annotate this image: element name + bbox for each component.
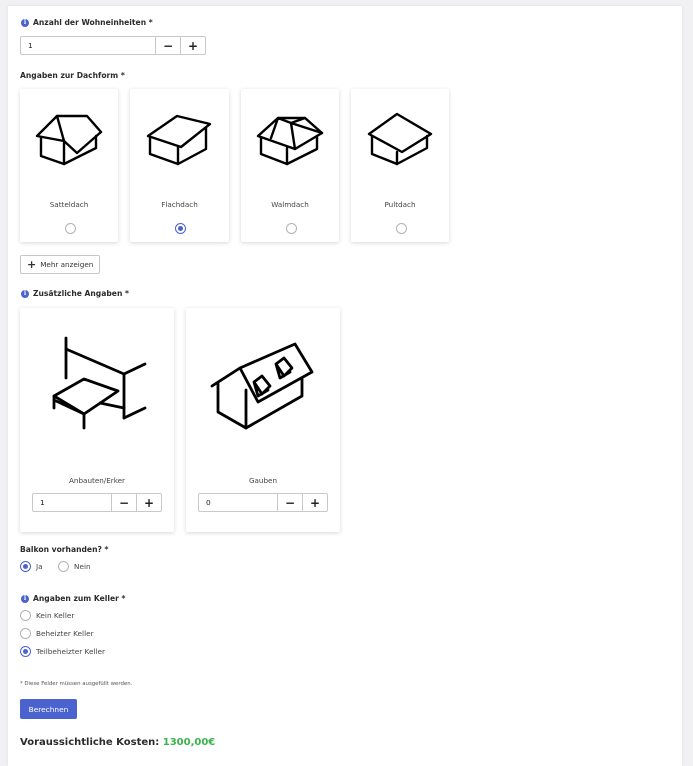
balcony-option-label: Ja [36,562,43,571]
cost-summary: Voraussichtliche Kosten: 1300,00€ [20,737,215,748]
plus-icon: + [27,258,37,271]
roof-radio-flachdach[interactable] [175,223,186,234]
extra-item-label: Anbauten/Erker [69,476,125,485]
info-icon: i [21,18,29,27]
dormer-count-input[interactable]: 0 [199,494,277,511]
units-decrement-button[interactable]: − [155,37,180,54]
roof-option-label: Walmdach [271,200,309,209]
show-more-label: Mehr anzeigen [40,260,94,269]
balcony-label: Balkon vorhanden? * [20,545,109,554]
roof-option-label: Pultdach [384,200,416,209]
balcony-radio-nein[interactable] [58,561,69,572]
dormer-stepper: 0 − + [198,493,328,512]
shed-roof-icon [367,112,433,166]
cellar-radio-kein[interactable] [20,610,31,621]
cellar-option-kein[interactable]: Kein Keller [20,610,74,621]
extra-item-gauben: Gauben 0 − + [186,308,340,532]
cellar-label-text: Angaben zum Keller * [33,594,126,603]
calculate-button[interactable]: Berechnen [20,699,77,719]
roof-option-satteldach[interactable]: Satteldach [20,89,118,242]
annex-count-input[interactable]: 1 [33,494,111,511]
hip-roof-icon [256,116,324,166]
annex-icon [52,336,147,430]
roof-option-flachdach[interactable]: Flachdach [130,89,229,242]
cellar-option-beheizt[interactable]: Beheizter Keller [20,628,94,639]
units-increment-button[interactable]: + [180,37,205,54]
balcony-option-label: Nein [74,562,91,571]
dormer-icon [210,342,314,430]
units-stepper: 1 − + [20,36,206,55]
dormer-increment-button[interactable]: + [302,494,327,511]
units-label: i Anzahl der Wohneinheiten * [21,18,153,27]
dormer-decrement-button[interactable]: − [277,494,302,511]
roof-option-walmdach[interactable]: Walmdach [241,89,339,242]
flat-roof-icon [146,114,212,166]
info-icon: i [21,594,29,603]
cost-label: Voraussichtliche Kosten: [20,737,160,748]
annex-increment-button[interactable]: + [136,494,161,511]
roof-radio-walmdach[interactable] [286,223,297,234]
roof-option-label: Flachdach [161,200,198,209]
extra-item-anbauten: Anbauten/Erker 1 − + [20,308,174,532]
gable-roof-icon [35,114,103,166]
units-input[interactable]: 1 [21,37,155,54]
roof-option-label: Satteldach [49,200,89,209]
roof-radio-satteldach[interactable] [65,223,76,234]
show-more-button[interactable]: + Mehr anzeigen [20,255,101,274]
balcony-option-nein[interactable]: Nein [58,561,91,572]
cellar-label: i Angaben zum Keller * [21,594,125,603]
roof-radio-pultdach[interactable] [396,223,407,234]
cellar-radio-teilbeheizt[interactable] [20,646,31,657]
cellar-radio-beheizt[interactable] [20,628,31,639]
cellar-option-teilbeheizt[interactable]: Teilbeheizter Keller [20,646,105,657]
balcony-option-ja[interactable]: Ja [20,561,43,572]
balcony-radio-ja[interactable] [20,561,31,572]
form-card: i Anzahl der Wohneinheiten * 1 − + Angab… [8,6,682,766]
roof-label: Angaben zur Dachform * [20,71,125,80]
cellar-option-label: Kein Keller [36,611,75,620]
annex-decrement-button[interactable]: − [111,494,136,511]
extra-item-label: Gauben [248,476,278,485]
annex-stepper: 1 − + [32,493,162,512]
info-icon: i [21,289,29,298]
extras-label: i Zusätzliche Angaben * [21,289,129,298]
extras-label-text: Zusätzliche Angaben * [33,289,129,298]
required-note: * Diese Felder müssen ausgefüllt werden. [20,681,133,687]
cellar-option-label: Beheizter Keller [36,629,94,638]
cost-amount: 1300,00€ [162,737,216,748]
units-label-text: Anzahl der Wohneinheiten * [33,18,153,27]
cellar-option-label: Teilbeheizter Keller [36,647,105,656]
roof-option-pultdach[interactable]: Pultdach [351,89,449,242]
